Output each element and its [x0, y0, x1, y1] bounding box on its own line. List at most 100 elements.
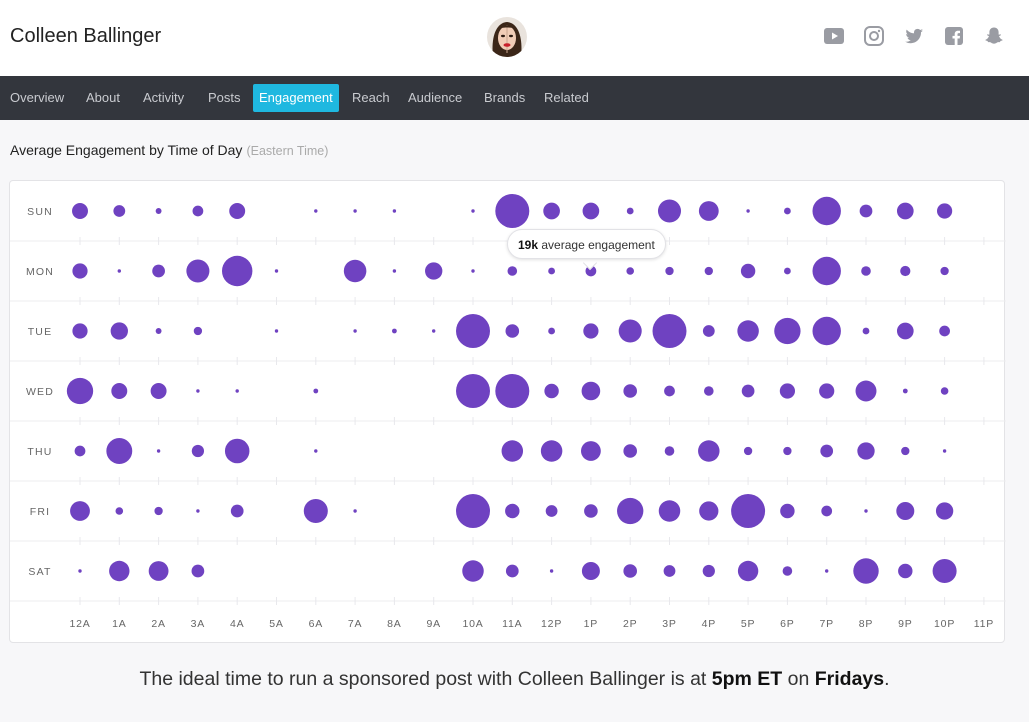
engagement-bubble[interactable]: [896, 202, 914, 220]
engagement-bubble[interactable]: [505, 503, 520, 519]
engagement-bubble[interactable]: [156, 449, 161, 453]
engagement-bubble[interactable]: [740, 263, 756, 279]
engagement-bubble[interactable]: [507, 266, 518, 276]
engagement-bubble[interactable]: [581, 381, 601, 401]
engagement-bubble[interactable]: [932, 558, 957, 584]
snapchat-icon[interactable]: [983, 25, 1005, 47]
engagement-bubble[interactable]: [471, 269, 475, 273]
engagement-bubble[interactable]: [731, 494, 766, 528]
engagement-bubble[interactable]: [702, 325, 715, 337]
engagement-bubble[interactable]: [617, 497, 644, 525]
engagement-bubble[interactable]: [698, 201, 719, 221]
tab-audience[interactable]: Audience: [402, 84, 468, 112]
engagement-bubble[interactable]: [549, 569, 554, 573]
engagement-bubble[interactable]: [581, 562, 600, 580]
engagement-bubble[interactable]: [155, 328, 162, 334]
engagement-bubble[interactable]: [66, 377, 94, 405]
engagement-bubble[interactable]: [221, 255, 253, 287]
engagement-bubble[interactable]: [353, 209, 357, 213]
engagement-bubble[interactable]: [392, 328, 397, 334]
engagement-bubble[interactable]: [580, 441, 601, 461]
engagement-bubble[interactable]: [72, 203, 88, 219]
tab-posts[interactable]: Posts: [202, 84, 247, 112]
engagement-bubble[interactable]: [540, 440, 563, 462]
engagement-bubble[interactable]: [664, 385, 675, 397]
engagement-bubble[interactable]: [313, 388, 319, 394]
engagement-bubble[interactable]: [783, 446, 792, 456]
engagement-bubble[interactable]: [862, 327, 870, 335]
engagement-bubble[interactable]: [703, 386, 714, 396]
engagement-bubble[interactable]: [152, 264, 165, 278]
engagement-bubble[interactable]: [582, 202, 600, 220]
avatar[interactable]: [487, 17, 527, 57]
engagement-bubble[interactable]: [741, 384, 755, 398]
engagement-bubble[interactable]: [937, 203, 953, 219]
engagement-bubble[interactable]: [901, 446, 910, 456]
engagement-bubble[interactable]: [456, 494, 490, 528]
engagement-bubble[interactable]: [191, 444, 205, 458]
engagement-bubble[interactable]: [623, 444, 637, 458]
twitter-icon[interactable]: [903, 25, 925, 47]
engagement-bubble[interactable]: [150, 383, 167, 399]
engagement-bubble[interactable]: [704, 266, 713, 276]
facebook-icon[interactable]: [943, 25, 965, 47]
engagement-bubble[interactable]: [544, 383, 559, 399]
engagement-bubble[interactable]: [784, 207, 791, 215]
tab-related[interactable]: Related: [538, 84, 595, 112]
engagement-bubble[interactable]: [623, 564, 637, 578]
engagement-bubble[interactable]: [820, 444, 834, 458]
engagement-bubble[interactable]: [353, 329, 357, 333]
engagement-bubble[interactable]: [746, 209, 750, 213]
youtube-icon[interactable]: [823, 25, 845, 47]
engagement-bubble[interactable]: [812, 196, 841, 226]
engagement-bubble[interactable]: [425, 262, 443, 280]
engagement-bubble[interactable]: [900, 265, 911, 277]
engagement-bubble[interactable]: [314, 449, 318, 453]
engagement-bubble[interactable]: [303, 498, 328, 524]
engagement-bubble[interactable]: [743, 446, 753, 456]
engagement-bubble[interactable]: [825, 569, 829, 573]
engagement-bubble[interactable]: [456, 374, 490, 408]
engagement-bubble[interactable]: [353, 509, 357, 513]
engagement-bubble[interactable]: [784, 267, 791, 275]
engagement-bubble[interactable]: [495, 374, 530, 408]
engagement-bubble[interactable]: [229, 203, 246, 219]
engagement-bubble[interactable]: [780, 503, 795, 519]
engagement-bubble[interactable]: [664, 446, 675, 456]
engagement-bubble[interactable]: [626, 207, 634, 215]
engagement-bubble[interactable]: [548, 327, 555, 335]
engagement-bubble[interactable]: [196, 509, 200, 513]
engagement-bubble[interactable]: [235, 389, 239, 393]
engagement-bubble[interactable]: [113, 205, 126, 217]
tab-brands[interactable]: Brands: [478, 84, 531, 112]
engagement-bubble[interactable]: [471, 209, 475, 213]
engagement-bubble[interactable]: [853, 558, 879, 584]
engagement-bubble[interactable]: [501, 440, 524, 462]
engagement-bubble[interactable]: [657, 199, 682, 223]
engagement-bubble[interactable]: [224, 438, 250, 464]
engagement-bubble[interactable]: [456, 314, 490, 348]
engagement-bubble[interactable]: [230, 504, 244, 518]
tab-activity[interactable]: Activity: [137, 84, 190, 112]
engagement-bubble[interactable]: [191, 564, 205, 578]
instagram-icon[interactable]: [863, 25, 885, 47]
engagement-bubble[interactable]: [192, 205, 204, 217]
engagement-bubble[interactable]: [110, 322, 128, 340]
engagement-bubble[interactable]: [737, 560, 759, 582]
engagement-bubble[interactable]: [193, 326, 203, 336]
engagement-bubble[interactable]: [495, 194, 530, 228]
engagement-bubble[interactable]: [343, 259, 367, 283]
engagement-bubble[interactable]: [618, 319, 642, 343]
engagement-bubble[interactable]: [623, 384, 637, 398]
engagement-bubble[interactable]: [819, 383, 835, 399]
engagement-bubble[interactable]: [652, 314, 687, 348]
engagement-bubble[interactable]: [117, 269, 122, 273]
engagement-bubble[interactable]: [857, 442, 875, 460]
engagement-bubble[interactable]: [583, 323, 599, 339]
engagement-bubble[interactable]: [314, 209, 318, 213]
engagement-bubble[interactable]: [935, 502, 954, 520]
engagement-bubble[interactable]: [698, 440, 720, 462]
engagement-bubble[interactable]: [70, 501, 90, 521]
engagement-bubble[interactable]: [155, 208, 162, 214]
engagement-bubble[interactable]: [584, 504, 598, 518]
